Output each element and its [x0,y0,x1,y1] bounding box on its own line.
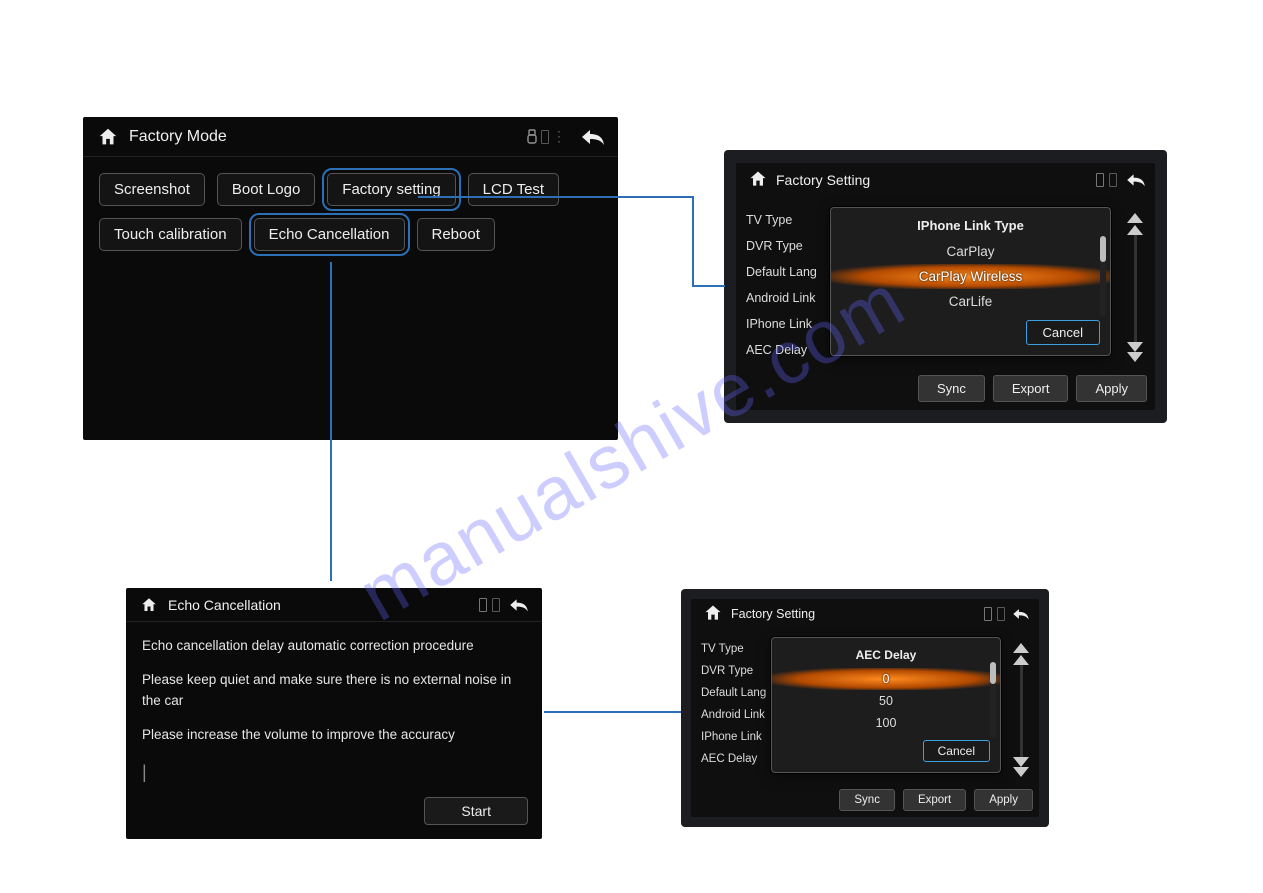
back-icon[interactable] [1125,172,1147,188]
setting-row-label[interactable]: DVR Type [746,239,817,253]
title-bar: Echo Cancellation [126,588,542,622]
page-title: Factory Setting [776,172,870,188]
factory-setting-panel-aec: Factory Setting TV Type DVR Type Default L… [681,589,1049,827]
factory-setting-panel-iphone: Factory Setting TV Type DVR Type Default L… [724,150,1167,423]
setting-row-label[interactable]: TV Type [746,213,817,227]
apply-button[interactable]: Apply [1076,375,1147,402]
settings-labels: TV Type DVR Type Default Lang Android Link I… [701,643,766,765]
start-button[interactable]: Start [424,797,528,825]
setting-row-label[interactable]: TV Type [701,643,766,655]
sync-button[interactable]: Sync [839,789,895,811]
back-icon[interactable] [1011,607,1031,621]
page-title: Factory Setting [731,607,815,621]
usb-icon [984,607,992,621]
screenshot-button[interactable]: Screenshot [99,173,205,206]
scroll-up-icon[interactable] [1127,213,1143,223]
scroll-track[interactable] [1020,659,1023,761]
export-button[interactable]: Export [993,375,1069,402]
setting-row-label[interactable]: Default Lang [746,265,817,279]
home-icon[interactable] [703,603,723,626]
popup-option[interactable]: CarLife [831,289,1110,314]
popup-option[interactable]: 0 [772,668,1000,690]
connector-line [330,262,332,581]
title-bar: Factory Setting [691,599,1039,629]
setting-row-label[interactable]: Default Lang [701,687,766,699]
setting-row-label[interactable]: DVR Type [701,665,766,677]
setting-row-label[interactable]: IPhone Link [746,317,817,331]
factory-setting-button[interactable]: Factory setting [327,173,455,206]
echo-cancellation-button[interactable]: Echo Cancellation [254,218,405,251]
title-bar: Factory Mode ⋮ [83,117,618,157]
scroll-down-icon[interactable] [1013,767,1029,777]
instruction-line: Please keep quiet and make sure there is… [142,670,526,711]
sync-button[interactable]: Sync [918,375,985,402]
page-scroll [1009,643,1033,777]
popup-title: IPhone Link Type [831,214,1110,239]
usb-icon [526,129,538,145]
popup-option[interactable]: CarPlay Wireless [831,264,1110,289]
apply-button[interactable]: Apply [974,789,1033,811]
usb-icon [1096,173,1104,187]
factory-mode-buttons: Screenshot Boot Logo Factory setting LCD Te… [83,157,618,267]
setting-row-label[interactable]: IPhone Link [701,731,766,743]
instruction-line: Please increase the volume to improve th… [142,725,526,745]
factory-mode-panel: Factory Mode ⋮ Screenshot Boot Logo Factor… [83,117,618,440]
home-icon[interactable] [140,596,158,614]
setting-row-label[interactable]: Android Link [701,709,766,721]
scroll-down-icon[interactable] [1127,352,1143,362]
status-icons: ⋮ [526,128,566,145]
title-bar: Factory Setting [736,163,1155,197]
popup-option[interactable]: 100 [772,712,1000,734]
home-icon[interactable] [97,126,119,148]
bluetooth-icon: ⋮ [552,128,566,145]
scroll-up-icon[interactable] [1013,643,1029,653]
page-title: Factory Mode [129,128,227,146]
scroll-track[interactable] [1134,229,1137,346]
bottom-buttons: Sync Export Apply [839,789,1033,811]
popup-option[interactable]: 50 [772,690,1000,712]
boot-logo-button[interactable]: Boot Logo [217,173,315,206]
back-icon[interactable] [508,597,530,613]
page-scroll [1123,213,1147,362]
phone-icon [997,607,1005,621]
aec-delay-popup: AEC Delay 050100 Cancel [771,637,1001,773]
back-icon[interactable] [580,127,606,147]
bottom-buttons: Sync Export Apply [918,375,1147,402]
touch-calibration-button[interactable]: Touch calibration [99,218,242,251]
connector-line [544,711,681,713]
phone-icon [1109,173,1117,187]
cancel-button[interactable]: Cancel [1026,320,1100,345]
status-icons [477,598,500,612]
iphone-link-type-popup: IPhone Link Type CarPlayCarPlay Wireless… [830,207,1111,356]
usb-icon [479,598,487,612]
popup-option[interactable]: CarPlay [831,239,1110,264]
connector-line [692,196,694,287]
instruction-line: Echo cancellation delay automatic correc… [142,636,526,656]
setting-row-label[interactable]: AEC Delay [701,753,766,765]
echo-cancellation-panel: Echo Cancellation Echo cancellation dela… [126,588,542,839]
settings-labels: TV Type DVR Type Default Lang Android Link I… [746,213,817,357]
status-icons [1094,173,1117,187]
connector-line [418,196,694,198]
lcd-test-button[interactable]: LCD Test [468,173,559,206]
scrollbar[interactable] [1100,236,1106,317]
echo-cancellation-body: Echo cancellation delay automatic correc… [126,622,542,786]
phone-icon [492,598,500,612]
text-cursor: | [142,759,526,786]
home-icon[interactable] [748,169,768,192]
cancel-button[interactable]: Cancel [923,740,990,762]
export-button[interactable]: Export [903,789,966,811]
reboot-button[interactable]: Reboot [417,218,495,251]
page-title: Echo Cancellation [168,597,281,613]
phone-icon [541,130,549,144]
connector-line [692,285,725,287]
popup-title: AEC Delay [772,644,1000,668]
scrollbar[interactable] [990,662,996,738]
setting-row-label[interactable]: Android Link [746,291,817,305]
status-icons [982,607,1005,621]
setting-row-label[interactable]: AEC Delay [746,343,817,357]
